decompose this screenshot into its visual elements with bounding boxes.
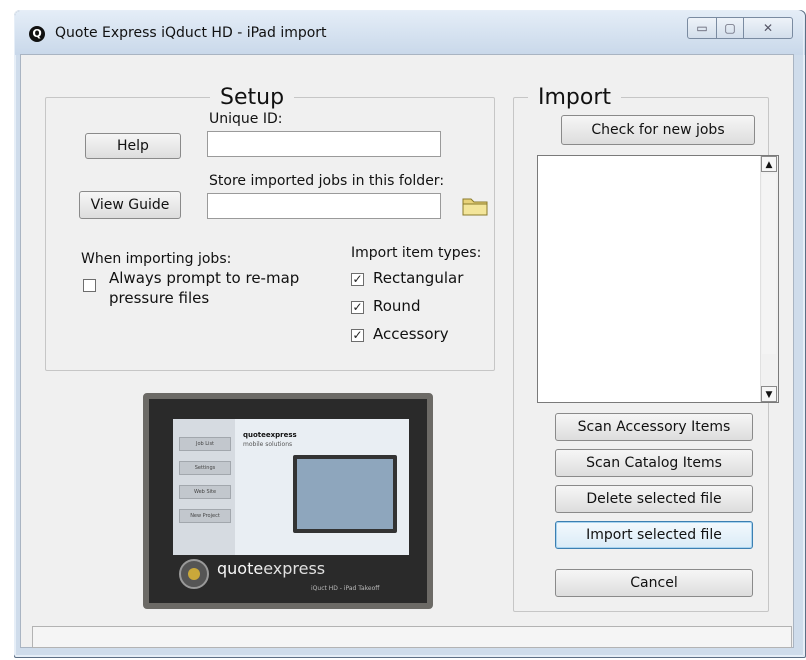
ipad-screen: Job List Settings Web Site New Project q… — [173, 419, 409, 555]
preview-monitor-graphic — [293, 455, 397, 533]
preview-sidebar-item: Web Site — [179, 485, 231, 499]
window-title: Quote Express iQduct HD - iPad import — [55, 25, 327, 41]
brand-part1: quote — [217, 559, 264, 578]
delete-selected-file-button[interactable]: Delete selected file — [555, 485, 753, 513]
close-button[interactable]: ✕ — [743, 17, 793, 39]
folder-path-input[interactable] — [207, 193, 441, 219]
app-logo-icon: Q — [29, 26, 45, 42]
accessory-label: Accessory — [373, 325, 449, 343]
dialog-client-area: Setup Help View Guide Unique ID: Store i… — [20, 54, 794, 648]
remap-pressure-checkbox[interactable] — [83, 279, 96, 292]
preview-title: quoteexpress — [243, 431, 297, 439]
scan-catalog-items-button[interactable]: Scan Catalog Items — [555, 449, 753, 477]
ipad-preview-image: Job List Settings Web Site New Project q… — [143, 393, 433, 609]
check-new-jobs-button[interactable]: Check for new jobs — [561, 115, 755, 145]
preview-sidebar-item: Settings — [179, 461, 231, 475]
scroll-up-icon[interactable]: ▲ — [761, 156, 777, 172]
status-bar — [32, 626, 792, 648]
title-bar: Q Quote Express iQduct HD - iPad import … — [15, 11, 805, 55]
vertical-scrollbar[interactable]: ▲ ▼ — [760, 156, 778, 402]
folder-icon[interactable] — [461, 195, 489, 217]
scan-accessory-items-button[interactable]: Scan Accessory Items — [555, 413, 753, 441]
round-label: Round — [373, 297, 421, 315]
import-legend: Import — [538, 85, 612, 110]
scrollbar-thumb[interactable] — [762, 174, 776, 354]
brand-tagline: iQuct HD - iPad Takeoff — [311, 585, 380, 592]
rectangular-label: Rectangular — [373, 269, 464, 287]
preview-subtitle: mobile solutions — [243, 441, 293, 448]
round-checkbox[interactable]: ✓ — [351, 301, 364, 314]
setup-legend: Setup — [220, 85, 285, 110]
scroll-down-icon[interactable]: ▼ — [761, 386, 777, 402]
quoteexpress-logo-icon — [179, 559, 209, 589]
remap-option-line2: pressure files — [109, 289, 210, 307]
help-button[interactable]: Help — [85, 133, 181, 159]
rectangular-checkbox[interactable]: ✓ — [351, 273, 364, 286]
preview-sidebar-item: Job List — [179, 437, 231, 451]
folder-label: Store imported jobs in this folder: — [209, 173, 445, 189]
preview-sidebar: Job List Settings Web Site New Project — [173, 419, 235, 555]
view-guide-button[interactable]: View Guide — [79, 191, 181, 219]
unique-id-input[interactable] — [207, 131, 441, 157]
item-types-label: Import item types: — [351, 245, 482, 261]
preview-sidebar-item: New Project — [179, 509, 231, 523]
accessory-checkbox[interactable]: ✓ — [351, 329, 364, 342]
import-selected-file-button[interactable]: Import selected file — [555, 521, 753, 549]
unique-id-label: Unique ID: — [209, 111, 283, 127]
when-importing-label: When importing jobs: — [81, 251, 232, 267]
brand-wordmark: quoteexpress — [217, 559, 325, 578]
brand-part2: express — [263, 559, 326, 578]
jobs-listbox[interactable]: ▲ ▼ — [537, 155, 779, 403]
maximize-button[interactable]: ▢ — [716, 17, 744, 39]
remap-option-line1: Always prompt to re-map — [109, 269, 300, 287]
minimize-button[interactable]: ▭ — [687, 17, 717, 39]
cancel-button[interactable]: Cancel — [555, 569, 753, 597]
